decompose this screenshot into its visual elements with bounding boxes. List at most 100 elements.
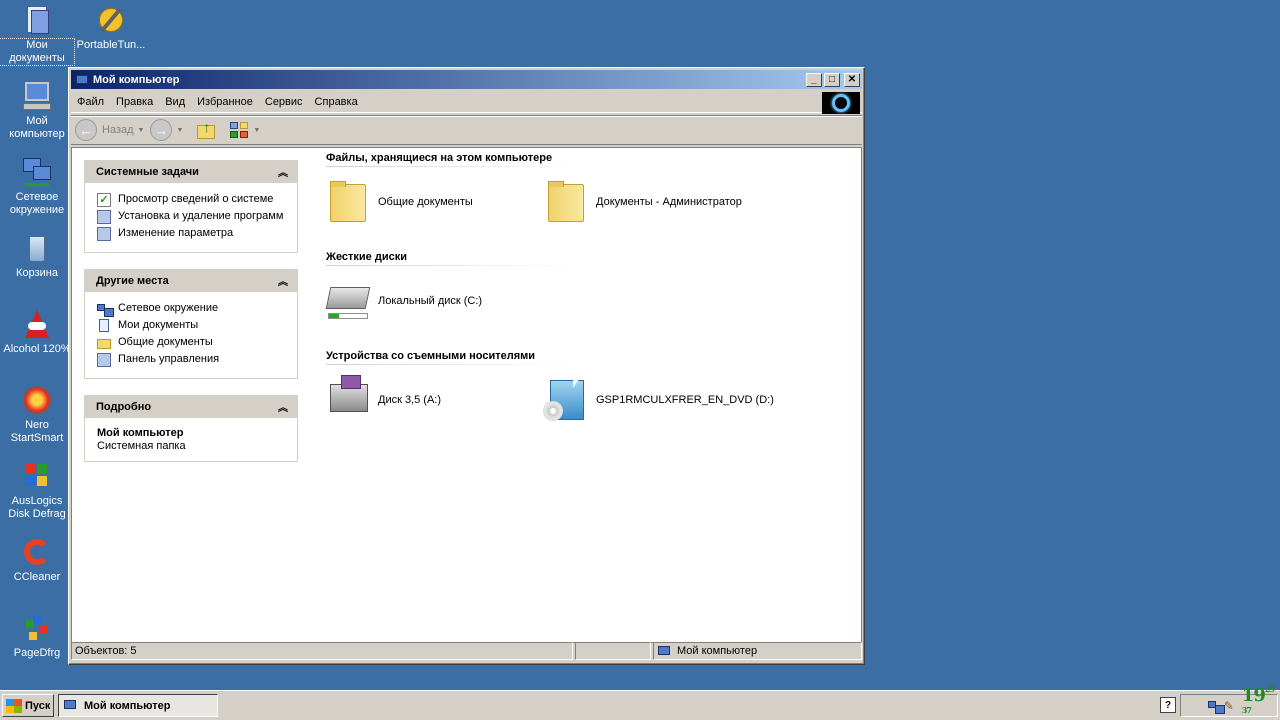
dropdown-arrow-icon[interactable]: ▼: [138, 127, 145, 134]
desktop-icon-label: Alcohol 120%: [3, 343, 71, 355]
desktop-icon-recycle-bin[interactable]: Корзина: [0, 232, 74, 280]
views-dropdown-icon[interactable]: ▼: [253, 127, 260, 134]
desktop-icon-nero[interactable]: Nero StartSmart: [0, 384, 74, 445]
defrag-icon: [21, 460, 53, 492]
desktop-icon-label: Nero StartSmart: [10, 419, 64, 444]
computer-icon: [21, 80, 53, 112]
mouse-cursor-icon: [573, 372, 584, 388]
system-info-icon: ✓: [97, 193, 111, 207]
item-local-disk-c[interactable]: Локальный диск (C:): [324, 277, 482, 325]
desktop-icon-my-documents[interactable]: Мои документы: [0, 4, 75, 66]
windows-flag-icon: [6, 698, 22, 713]
clock-hour: 19: [1241, 684, 1266, 706]
back-label: Назад: [102, 124, 134, 136]
menu-view[interactable]: Вид: [159, 96, 191, 108]
up-folder-icon[interactable]: ↑: [195, 119, 217, 141]
other-places-title: Другие места: [96, 274, 169, 287]
desktop-icon-label: AusLogics Disk Defrag: [8, 495, 66, 520]
desktop-icon-ccleaner[interactable]: CCleaner: [0, 536, 74, 584]
desktop-icon-network[interactable]: Сетевое окружение: [0, 156, 74, 217]
item-shared-documents[interactable]: Общие документы: [324, 178, 473, 226]
clock-minute: 29: [1264, 683, 1275, 694]
computer-icon: [75, 74, 89, 86]
start-label: Пуск: [25, 699, 51, 712]
add-remove-programs-icon: [97, 210, 111, 224]
clock[interactable]: 1929 37: [1241, 683, 1275, 720]
pagedfrg-icon: [21, 612, 53, 644]
recycle-bin-icon: [21, 232, 53, 264]
collapse-chevron-icon[interactable]: ︽: [278, 273, 288, 288]
maximize-button[interactable]: □: [824, 72, 840, 87]
desktop-icon-auslogics[interactable]: AusLogics Disk Defrag: [0, 460, 74, 521]
desktop-icon-label: Корзина: [16, 267, 58, 279]
menu-edit[interactable]: Правка: [110, 96, 159, 108]
taskbar-item-my-computer[interactable]: Мой компьютер: [58, 694, 218, 717]
desktop-icon-portabletun[interactable]: PortableTun...: [74, 4, 148, 52]
control-panel-icon: [97, 227, 111, 241]
minimize-button[interactable]: _: [806, 72, 822, 87]
task-pane: Системные задачи ︽ ✓ Просмотр сведений о …: [84, 160, 298, 478]
place-control-panel[interactable]: Панель управления: [97, 353, 289, 367]
task-change-setting[interactable]: Изменение параметра: [97, 227, 289, 241]
views-icon[interactable]: [229, 119, 251, 141]
items-view: Файлы, хранящиеся на этом компьютере Общ…: [324, 148, 861, 642]
system-tasks-panel: Системные задачи ︽ ✓ Просмотр сведений о …: [84, 160, 298, 253]
menu-favorites[interactable]: Избранное: [191, 96, 259, 108]
status-object-count: Объектов: 5: [71, 642, 573, 660]
item-admin-documents[interactable]: Документы - Администратор: [542, 178, 742, 226]
menu-bar: Файл Правка Вид Избранное Сервис Справка: [71, 91, 862, 114]
window-title: Мой компьютер: [93, 73, 180, 86]
computer-icon: [657, 645, 673, 658]
collapse-chevron-icon[interactable]: ︽: [278, 399, 288, 414]
folder-icon: [97, 336, 111, 350]
network-icon: [97, 302, 114, 317]
desktop-icon-alcohol[interactable]: Alcohol 120%: [0, 308, 74, 356]
help-icon[interactable]: ?: [1160, 697, 1176, 713]
forward-arrow-icon: →: [150, 119, 173, 141]
details-panel: Подробно ︽ Мой компьютер Системная папка: [84, 395, 298, 462]
desktop-icon-my-computer[interactable]: Мой компьютер: [0, 80, 74, 141]
details-header[interactable]: Подробно ︽: [84, 395, 298, 418]
tray-tools-icon[interactable]: ✎: [1224, 699, 1238, 713]
folder-icon: [542, 178, 590, 226]
details-type: Системная папка: [97, 440, 186, 452]
group-title-removable: Устройства со съемными носителями: [326, 350, 578, 366]
group-title-hdd: Жесткие диски: [326, 251, 578, 267]
tray-network-icon[interactable]: [1207, 699, 1225, 714]
windows-logo-icon: [822, 92, 860, 114]
system-tasks-header[interactable]: Системные задачи ︽: [84, 160, 298, 183]
folder-icon: [324, 178, 372, 226]
item-floppy-a[interactable]: Диск 3,5 (A:): [324, 375, 441, 424]
close-button[interactable]: ✕: [844, 72, 860, 87]
desktop-icon-label: Сетевое окружение: [9, 191, 65, 216]
task-add-remove-programs[interactable]: Установка и удаление программ: [97, 210, 289, 224]
dropdown-arrow-icon[interactable]: ▼: [176, 127, 183, 134]
desktop-icon-pagedfrg[interactable]: PageDfrg: [0, 612, 74, 660]
forward-button[interactable]: → ▼: [150, 119, 183, 141]
network-icon: [21, 156, 53, 188]
start-button[interactable]: Пуск: [2, 694, 54, 717]
menu-tools[interactable]: Сервис: [259, 96, 309, 108]
back-button[interactable]: ← Назад ▼: [75, 119, 144, 141]
place-my-documents[interactable]: Мои документы: [97, 319, 289, 333]
window-titlebar[interactable]: Мой компьютер _ □ ✕: [71, 70, 862, 89]
clock-second: 37: [1241, 704, 1252, 715]
ccleaner-icon: [21, 536, 53, 568]
system-tray: ✎ 1929 37: [1180, 684, 1278, 717]
hard-drive-icon: [324, 277, 372, 325]
other-places-panel: Другие места ︽ Сетевое окружение Мои док…: [84, 269, 298, 379]
my-documents-icon: [21, 4, 53, 36]
task-view-system-info[interactable]: ✓ Просмотр сведений о системе: [97, 193, 289, 207]
desktop-icon-label: PortableTun...: [76, 39, 146, 51]
menu-file[interactable]: Файл: [71, 96, 110, 108]
place-network[interactable]: Сетевое окружение: [97, 302, 289, 317]
desktop-icon-label: Мои документы: [0, 38, 75, 66]
control-panel-icon: [97, 353, 111, 367]
nero-icon: [21, 384, 53, 416]
toolbar: ← Назад ▼ → ▼ ↑ ▼: [71, 115, 862, 145]
menu-help[interactable]: Справка: [309, 96, 364, 108]
place-shared-documents[interactable]: Общие документы: [97, 336, 289, 350]
collapse-chevron-icon[interactable]: ︽: [278, 164, 288, 179]
other-places-header[interactable]: Другие места ︽: [84, 269, 298, 292]
desktop-icon-label: PageDfrg: [13, 647, 61, 659]
